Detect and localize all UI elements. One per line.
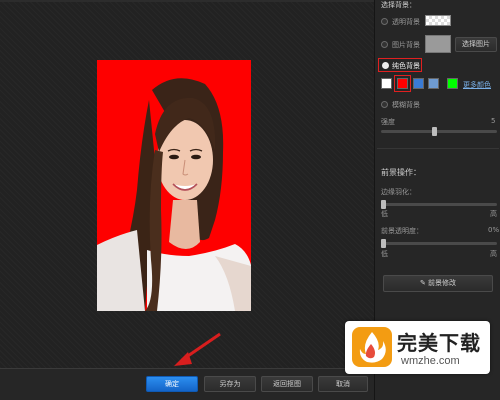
solid-bg-radio[interactable] xyxy=(382,62,389,69)
back-to-cutout-button[interactable]: 返回抠图 xyxy=(261,376,313,392)
panel-divider xyxy=(377,148,499,149)
edge-feather-label: 边缘羽化： xyxy=(381,188,416,196)
canvas-top-border xyxy=(0,0,374,2)
bottom-toolbar: 确定 另存为 返回抠图 取消 xyxy=(0,368,374,400)
blur-strength-thumb[interactable] xyxy=(432,127,437,136)
site-watermark: 完美下载 wmzhe.com xyxy=(345,321,490,374)
fg-opacity-value: 0% xyxy=(488,226,500,234)
fg-opacity-thumb[interactable] xyxy=(381,239,386,248)
transparent-bg-label: 透明背景 xyxy=(392,18,420,26)
blur-strength-slider[interactable] xyxy=(381,130,497,133)
blur-strength-value: 5 xyxy=(491,117,496,125)
annotation-arrow xyxy=(174,332,221,366)
edge-feather-min: 低 xyxy=(381,210,388,218)
blur-strength-label: 强度 xyxy=(381,118,395,126)
flame-logo-icon xyxy=(352,327,392,367)
fg-opacity-min: 低 xyxy=(381,250,388,258)
more-colors-link[interactable]: 更多颜色 xyxy=(463,80,491,90)
green-swatch[interactable] xyxy=(447,78,458,89)
watermark-url: wmzhe.com xyxy=(401,355,460,367)
watermark-title: 完美下载 xyxy=(397,331,481,355)
confirm-button[interactable]: 确定 xyxy=(146,376,198,392)
image-bg-preview xyxy=(425,35,451,53)
transparent-bg-radio[interactable] xyxy=(381,18,388,25)
edge-feather-slider[interactable] xyxy=(381,203,497,206)
blur-bg-label: 模糊背景 xyxy=(392,101,420,109)
fg-opacity-slider[interactable] xyxy=(381,242,497,245)
blur-bg-radio[interactable] xyxy=(381,101,388,108)
edge-feather-thumb[interactable] xyxy=(381,200,386,209)
white-swatch[interactable] xyxy=(381,78,392,89)
save-as-button[interactable]: 另存为 xyxy=(204,376,256,392)
foreground-edit-button[interactable]: ✎ 前景修改 xyxy=(383,275,493,292)
foreground-section-title: 前景操作： xyxy=(381,168,421,177)
cancel-button[interactable]: 取消 xyxy=(318,376,368,392)
solid-bg-label: 纯色背景 xyxy=(392,62,420,70)
preview-canvas xyxy=(0,0,374,368)
transparent-preview xyxy=(425,15,451,26)
fg-opacity-max: 高 xyxy=(490,250,497,258)
portrait-illustration xyxy=(97,60,251,311)
pencil-icon: ✎ xyxy=(419,279,429,287)
foreground-edit-label: 前景修改 xyxy=(428,279,457,287)
red-swatch[interactable] xyxy=(397,78,408,89)
image-bg-label: 图片背景 xyxy=(392,41,420,49)
image-bg-radio[interactable] xyxy=(381,41,388,48)
fg-opacity-label: 前景透明度： xyxy=(381,227,423,235)
blue-swatch[interactable] xyxy=(413,78,424,89)
edge-feather-max: 高 xyxy=(490,210,497,218)
portrait-photo xyxy=(97,60,251,311)
choose-image-button[interactable]: 选择图片 xyxy=(455,37,497,52)
background-section-title: 选择背景： xyxy=(381,1,416,9)
light-blue-swatch[interactable] xyxy=(428,78,439,89)
